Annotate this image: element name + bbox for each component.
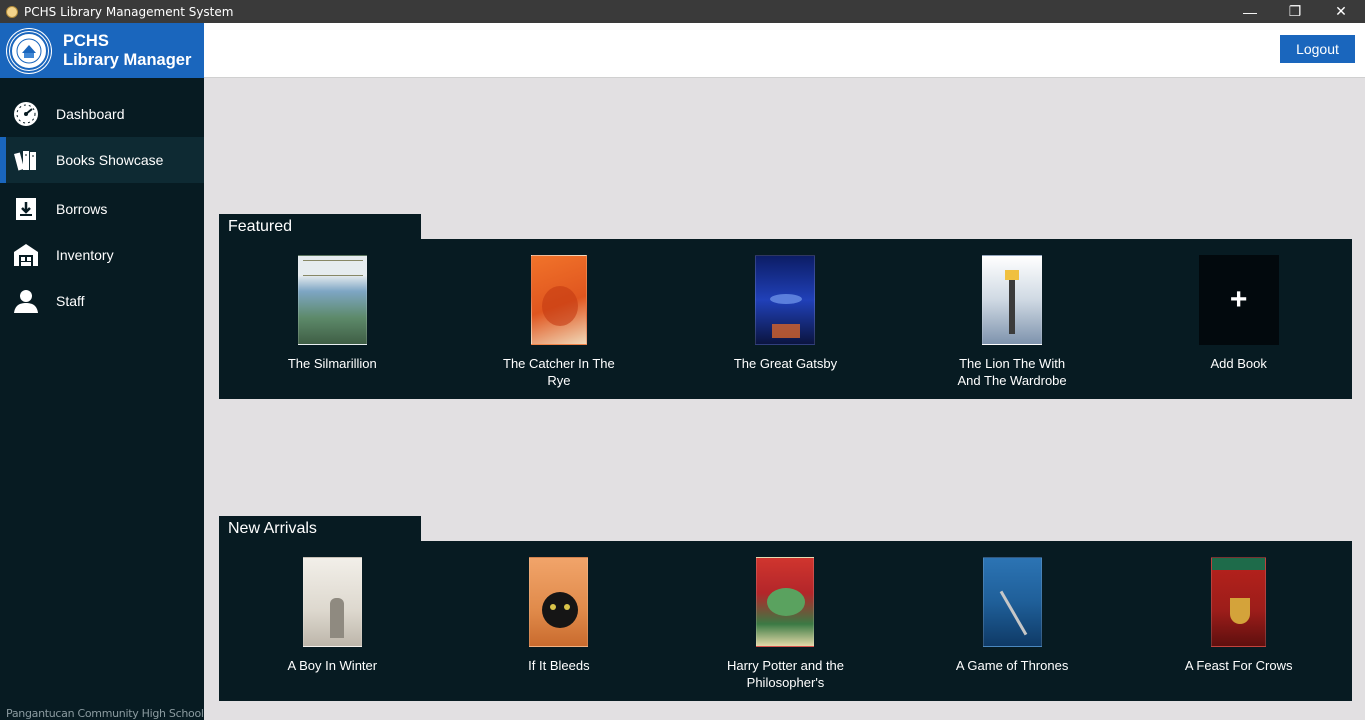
- sidebar-item-label: Inventory: [56, 247, 114, 263]
- harry-potter-cover-image: [756, 557, 815, 647]
- sidebar: PCHS Library Manager Dashboard Books Sho…: [0, 23, 204, 720]
- book-title: If It Bleeds: [528, 658, 590, 673]
- dashboard-gauge-icon: [12, 100, 40, 128]
- sidebar-item-borrows[interactable]: Borrows: [0, 186, 204, 232]
- book-cover[interactable]: [530, 255, 587, 345]
- book-card[interactable]: A Feast For Crows: [1125, 541, 1352, 701]
- featured-heading-label: Featured: [228, 218, 293, 235]
- window-title: PCHS Library Management System: [24, 4, 234, 19]
- book-card[interactable]: If It Bleeds: [446, 541, 673, 701]
- book-cover[interactable]: [302, 557, 362, 647]
- book-cover[interactable]: [982, 557, 1042, 647]
- book-card[interactable]: The Silmarillion: [219, 239, 446, 399]
- download-tray-icon: [12, 195, 40, 223]
- featured-section: The Silmarillion The Catcher In The Rye …: [219, 239, 1352, 399]
- sidebar-item-dashboard[interactable]: Dashboard: [0, 91, 204, 137]
- great-gatsby-cover-image: [755, 255, 816, 345]
- new-arrivals-heading: New Arrivals: [219, 516, 421, 542]
- boy-in-winter-cover-image: [302, 557, 362, 647]
- book-cover[interactable]: [755, 255, 816, 345]
- logout-button[interactable]: Logout: [1280, 35, 1355, 63]
- sidebar-nav: Dashboard Books Showcase Borrows Invento…: [0, 91, 204, 324]
- user-icon: [12, 287, 40, 315]
- school-name-footer: Pangantucan Community High School: [6, 707, 204, 720]
- add-book-tile[interactable]: +: [1198, 255, 1279, 345]
- sidebar-item-label: Staff: [56, 293, 85, 309]
- book-card[interactable]: The Great Gatsby: [672, 239, 899, 399]
- book-cover[interactable]: [297, 255, 367, 345]
- maximize-button[interactable]: ❐: [1272, 0, 1318, 23]
- book-card[interactable]: Harry Potter and the Philosopher's: [672, 541, 899, 701]
- book-card[interactable]: The Catcher In The Rye: [446, 239, 673, 399]
- book-title: A Game of Thrones: [955, 658, 1069, 673]
- warehouse-icon: [12, 241, 40, 269]
- sidebar-item-label: Books Showcase: [56, 152, 164, 168]
- silmarillion-cover-image: [297, 255, 367, 345]
- book-card[interactable]: A Game of Thrones: [899, 541, 1126, 701]
- book-cover[interactable]: [529, 557, 589, 647]
- book-card[interactable]: A Boy In Winter: [219, 541, 446, 701]
- books-icon: [12, 146, 40, 174]
- book-cover[interactable]: [1211, 557, 1267, 647]
- add-book-label: Add Book: [1210, 356, 1267, 371]
- book-title: A Feast For Crows: [1184, 658, 1293, 673]
- school-seal-logo: [7, 28, 51, 73]
- sidebar-item-inventory[interactable]: Inventory: [0, 232, 204, 278]
- if-it-bleeds-cover-image: [529, 557, 589, 647]
- sidebar-item-books-showcase[interactable]: Books Showcase: [0, 137, 204, 183]
- sidebar-item-label: Dashboard: [56, 106, 125, 122]
- book-title: Harry Potter and the Philosopher's: [726, 658, 845, 690]
- book-title: A Boy In Winter: [287, 658, 378, 673]
- game-of-thrones-cover-image: [982, 557, 1042, 647]
- book-title: The Lion The With And The Wardrobe: [957, 356, 1067, 388]
- plus-icon[interactable]: +: [1198, 255, 1279, 345]
- catcher-in-the-rye-cover-image: [530, 255, 587, 345]
- brand-line1: PCHS: [63, 31, 109, 50]
- close-button[interactable]: ✕: [1318, 0, 1364, 23]
- add-book-card[interactable]: + Add Book: [1125, 239, 1352, 399]
- brand-line2: Library Manager: [63, 50, 192, 69]
- window-titlebar: PCHS Library Management System: [0, 0, 1365, 23]
- lion-witch-wardrobe-cover-image: [982, 255, 1043, 345]
- book-cover[interactable]: [982, 255, 1043, 345]
- book-title: The Silmarillion: [287, 356, 377, 371]
- brand-text: PCHS Library Manager: [63, 32, 191, 70]
- book-cover[interactable]: [756, 557, 815, 647]
- feast-for-crows-cover-image: [1211, 557, 1267, 647]
- brand: PCHS Library Manager: [0, 23, 204, 78]
- book-card[interactable]: The Lion The With And The Wardrobe: [899, 239, 1126, 399]
- new-arrivals-section: A Boy In Winter If It Bleeds Harry Potte…: [219, 541, 1352, 701]
- featured-heading: Featured: [219, 214, 421, 240]
- new-arrivals-heading-label: New Arrivals: [228, 520, 317, 537]
- top-header: Logout: [204, 23, 1365, 78]
- book-title: The Great Gatsby: [733, 356, 838, 371]
- app-icon: [6, 5, 18, 18]
- minimize-button[interactable]: —: [1227, 0, 1273, 23]
- sidebar-item-label: Borrows: [56, 201, 108, 217]
- sidebar-item-staff[interactable]: Staff: [0, 278, 204, 324]
- book-title: The Catcher In The Rye: [503, 356, 615, 388]
